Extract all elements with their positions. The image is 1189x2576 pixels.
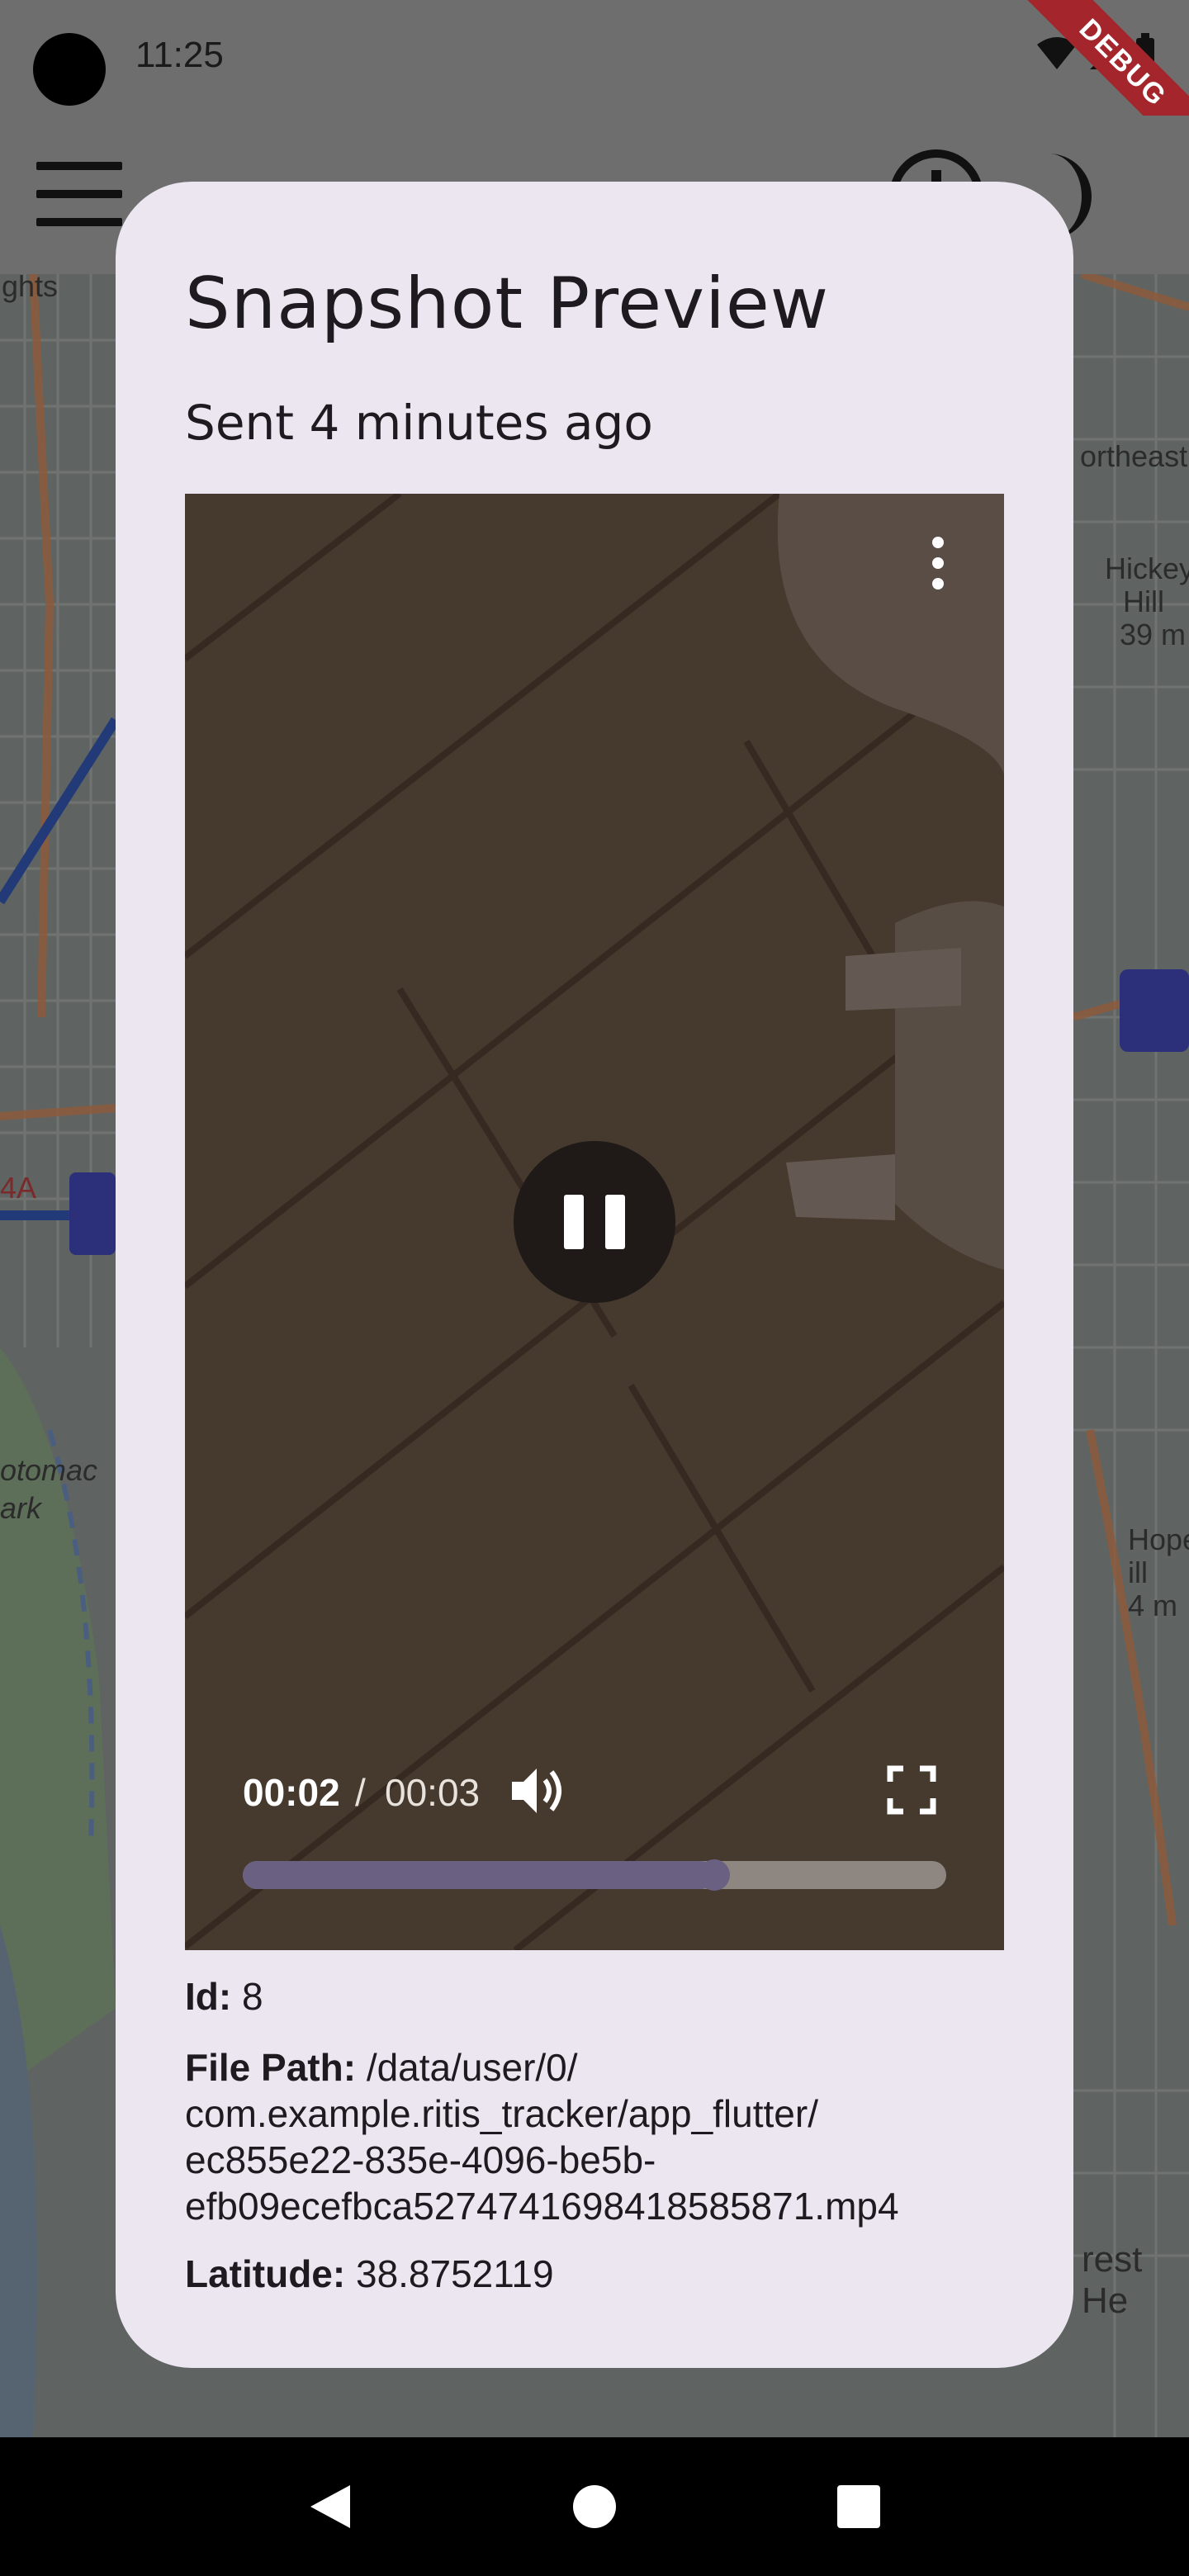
video-progress-thumb[interactable] xyxy=(698,1859,730,1891)
video-progress-track[interactable] xyxy=(243,1861,946,1889)
map-label: ill xyxy=(1128,1556,1148,1589)
map-label: 39 m xyxy=(1120,618,1187,651)
status-clock: 11:25 xyxy=(135,35,224,75)
fullscreen-icon[interactable] xyxy=(887,1765,936,1815)
map-label: rest He xyxy=(1082,2239,1143,2321)
map-label: ortheast xyxy=(1080,439,1188,473)
file-path-label: File Path: xyxy=(185,2046,357,2089)
latitude-value: 38.8752119 xyxy=(355,2252,554,2295)
id-row: Id: 8 xyxy=(185,1973,263,2020)
dialog-subtitle: Sent 4 minutes ago xyxy=(185,395,653,451)
video-player[interactable]: 00:02 / 00:03 xyxy=(185,494,1004,1950)
file-path-line1: /data/user/0/ xyxy=(366,2046,578,2089)
home-icon xyxy=(573,2485,616,2528)
status-bar: 11:25 DEBUG xyxy=(0,0,1189,167)
map-label: ark xyxy=(0,1491,42,1525)
more-options-icon[interactable] xyxy=(921,537,955,590)
latitude-label: Latitude: xyxy=(185,2252,346,2295)
map-label: 4A xyxy=(0,1171,37,1205)
system-nav-bar xyxy=(0,2437,1189,2576)
file-path-line4: efb09ecefbca5274741698418585871.mp4 xyxy=(185,2185,899,2228)
snapshot-preview-dialog: Snapshot Preview Sent 4 minutes ago 00:0… xyxy=(116,182,1073,2368)
map-label: 4 m xyxy=(1128,1589,1178,1622)
map-label: Hope xyxy=(1128,1522,1189,1556)
dialog-title: Snapshot Preview xyxy=(185,263,830,345)
id-value: 8 xyxy=(241,1975,263,2018)
back-button[interactable] xyxy=(293,2469,367,2544)
back-icon xyxy=(310,2485,350,2528)
file-path-row: File Path: /data/user/0/ com.example.rit… xyxy=(185,2044,899,2229)
camera-cutout xyxy=(33,33,106,106)
video-total-time: 00:03 xyxy=(385,1771,481,1814)
hamburger-menu-icon[interactable] xyxy=(36,162,126,228)
file-path-line3: ec855e22-835e-4096-be5b- xyxy=(185,2138,656,2181)
file-path-line2: com.example.ritis_tracker/app_flutter/ xyxy=(185,2092,818,2135)
pause-button[interactable] xyxy=(514,1141,675,1303)
map-label: ghts xyxy=(2,274,59,303)
home-button[interactable] xyxy=(557,2469,632,2544)
volume-icon[interactable] xyxy=(507,1760,568,1821)
map-label: otomac xyxy=(0,1453,98,1487)
latitude-row: Latitude: 38.8752119 xyxy=(185,2251,554,2297)
video-current-time: 00:02 xyxy=(243,1771,340,1814)
recents-icon xyxy=(837,2485,880,2528)
map-label: Hickey xyxy=(1105,552,1189,585)
video-time-separator: / xyxy=(355,1771,366,1814)
map-label: Hill xyxy=(1123,585,1164,618)
video-progress-fill xyxy=(243,1861,714,1889)
recents-button[interactable] xyxy=(822,2469,896,2544)
id-label: Id: xyxy=(185,1975,232,2018)
